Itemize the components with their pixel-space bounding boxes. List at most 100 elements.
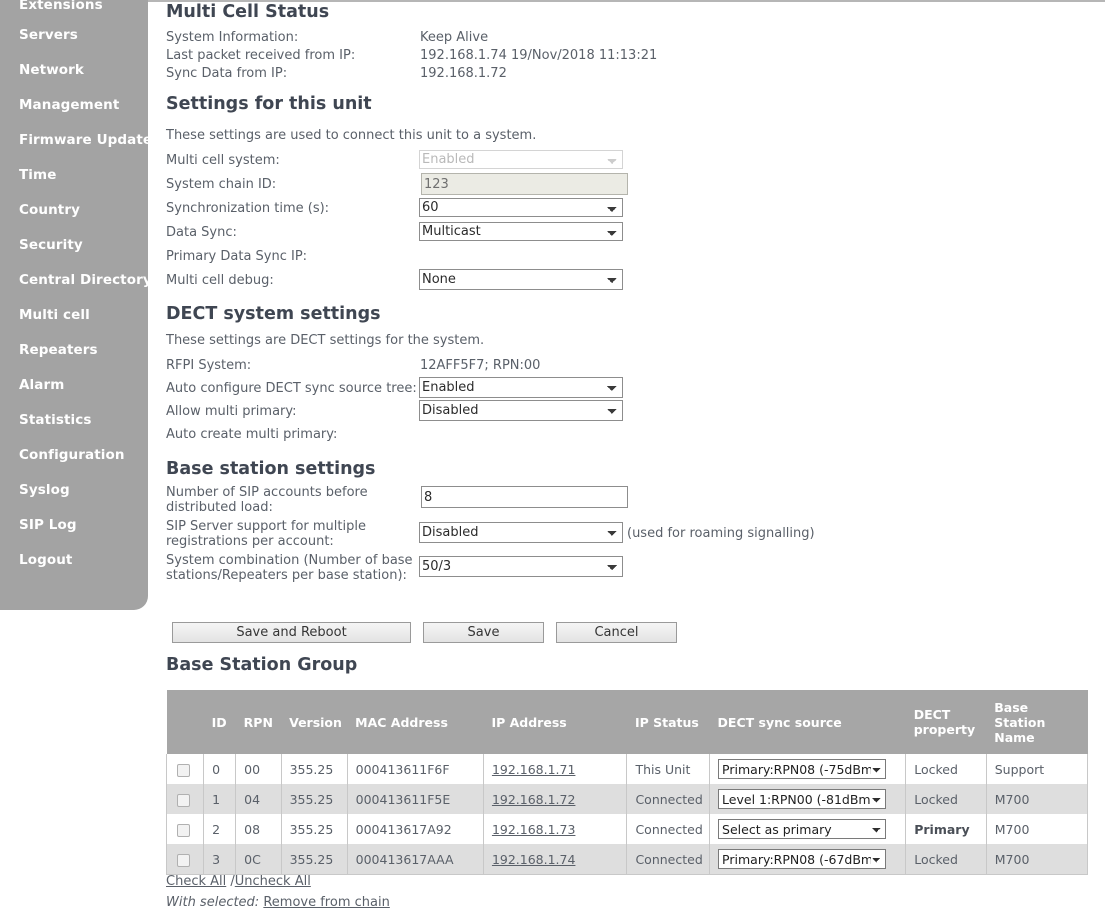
row-version: 355.25: [280, 814, 348, 844]
sip-accounts-label: Number of SIP accounts before distribute…: [166, 485, 368, 515]
check-all-link[interactable]: Check All: [166, 874, 226, 889]
dect-sync-source-select[interactable]: Level 1:RPN00 (-81dBm): [718, 789, 887, 809]
table-row: 1 04 355.25 000413611F5E 192.168.1.72 Co…: [165, 784, 1089, 814]
roaming-signalling-note: (used for roaming signalling): [627, 526, 815, 541]
sidebar-item-time[interactable]: Time: [0, 158, 148, 193]
synchronization-time-select[interactable]: 60: [419, 198, 623, 217]
system-information-value: Keep Alive: [420, 30, 489, 45]
dect-sync-source-select[interactable]: Primary:RPN08 (-75dBm): [718, 759, 887, 779]
row-ip-status: Connected: [626, 814, 711, 844]
row-mac-address: 000413617A92: [346, 814, 484, 844]
sidebar-item-repeaters[interactable]: Repeaters: [0, 333, 148, 368]
table-row: 0 00 355.25 000413611F6F 192.168.1.71 Th…: [165, 754, 1089, 784]
row-dect-sync-source-cell: Primary:RPN08 (-75dBm): [709, 754, 907, 784]
data-sync-select[interactable]: Multicast: [419, 222, 623, 241]
row-version: 355.25: [280, 784, 348, 814]
save-and-reboot-button[interactable]: Save and Reboot: [172, 622, 411, 643]
sidebar-item-extensions[interactable]: Extensions: [0, 0, 148, 18]
dect-sync-source-select[interactable]: Select as primary: [718, 819, 887, 839]
multi-cell-system-select[interactable]: Enabled: [419, 150, 623, 169]
ip-address-link[interactable]: 192.168.1.74: [492, 852, 576, 867]
row-checkbox[interactable]: [177, 823, 190, 837]
sidebar-item-country[interactable]: Country: [0, 193, 148, 228]
table-row: 3 0C 355.25 000413617AAA 192.168.1.74 Co…: [165, 844, 1089, 875]
row-checkbox[interactable]: [177, 763, 190, 777]
row-dect-property: Locked: [905, 784, 987, 814]
row-dect-sync-source-cell: Primary:RPN08 (-67dBm): [709, 844, 907, 875]
sidebar-item-central-directory[interactable]: Central Directory: [0, 263, 152, 298]
row-checkbox[interactable]: [177, 853, 190, 867]
remove-from-chain-link[interactable]: Remove from chain: [263, 895, 389, 910]
column-header-rpn: RPN: [235, 690, 282, 754]
column-header-dect-property: DECT property: [905, 690, 987, 754]
row-dect-property: Locked: [905, 754, 987, 784]
sidebar-item-alarm[interactable]: Alarm: [0, 368, 148, 403]
select-all-links: Check All /Uncheck All: [166, 874, 311, 889]
system-chain-id-input[interactable]: [421, 173, 628, 195]
uncheck-all-link[interactable]: Uncheck All: [235, 874, 311, 889]
row-dect-property: Primary: [905, 814, 987, 844]
row-checkbox[interactable]: [177, 793, 190, 807]
ip-address-link[interactable]: 192.168.1.73: [492, 822, 576, 837]
sidebar-item-logout[interactable]: Logout: [0, 543, 148, 578]
auto-configure-sync-tree-select[interactable]: Enabled: [419, 377, 623, 398]
with-selected-label: With selected:: [166, 895, 260, 910]
system-combination-select[interactable]: 50/3: [419, 556, 623, 577]
row-base-station-name: M700: [985, 814, 1089, 844]
cancel-button[interactable]: Cancel: [556, 622, 677, 643]
system-chain-id-label: System chain ID:: [166, 177, 277, 192]
sidebar-item-security[interactable]: Security: [0, 228, 148, 263]
sip-server-support-select[interactable]: Disabled: [419, 522, 623, 543]
row-base-station-name: M700: [985, 784, 1089, 814]
ip-address-link[interactable]: 192.168.1.72: [492, 792, 576, 807]
row-id: 1: [203, 784, 237, 814]
multi-cell-debug-select[interactable]: None: [419, 269, 623, 290]
sidebar-item-network[interactable]: Network: [0, 53, 148, 88]
row-rpn: 0C: [235, 844, 282, 875]
row-base-station-name: Support: [985, 754, 1089, 784]
row-rpn: 08: [235, 814, 282, 844]
auto-configure-sync-tree-label: Auto configure DECT sync source tree:: [166, 381, 417, 396]
row-version: 355.25: [280, 844, 348, 875]
sidebar-item-statistics[interactable]: Statistics: [0, 403, 148, 438]
sidebar-item-syslog[interactable]: Syslog: [0, 473, 148, 508]
table-header-row: ID RPN Version MAC Address IP Address IP…: [166, 690, 1088, 754]
rfpi-system-value: 12AFF5F7; RPN:00: [420, 358, 541, 373]
row-id: 3: [203, 844, 237, 875]
sip-server-support-label: SIP Server support for multiple registra…: [166, 519, 366, 549]
allow-multi-primary-select[interactable]: Disabled: [419, 400, 623, 421]
column-header-ip-address: IP Address: [483, 690, 627, 754]
dect-sync-source-select[interactable]: Primary:RPN08 (-67dBm): [718, 849, 887, 869]
row-version: 355.25: [280, 754, 348, 784]
sidebar-item-firmware-update[interactable]: Firmware Update: [0, 123, 152, 158]
column-header-select: [166, 690, 204, 754]
auto-create-multi-primary-label: Auto create multi primary:: [166, 427, 338, 442]
save-button[interactable]: Save: [423, 622, 544, 643]
dect-settings-description: These settings are DECT settings for the…: [166, 333, 485, 348]
base-station-settings-heading: Base station settings: [166, 459, 376, 479]
sidebar-nav: Extensions Servers Network Management Fi…: [0, 0, 152, 610]
column-header-dect-sync-source: DECT sync source: [709, 690, 906, 754]
row-ip-address-cell: 192.168.1.71: [482, 754, 628, 784]
sip-accounts-input[interactable]: [421, 486, 628, 508]
row-ip-address-cell: 192.168.1.73: [482, 814, 628, 844]
sidebar-item-multi-cell[interactable]: Multi cell: [0, 298, 148, 333]
ip-address-link[interactable]: 192.168.1.71: [492, 762, 576, 777]
sidebar-item-configuration[interactable]: Configuration: [0, 438, 148, 473]
row-mac-address: 000413617AAA: [346, 844, 484, 875]
sidebar-item-sip-log[interactable]: SIP Log: [0, 508, 148, 543]
links-separator: /: [226, 874, 235, 889]
dect-settings-heading: DECT system settings: [166, 304, 381, 324]
row-select-cell: [165, 844, 205, 875]
column-header-mac-address: MAC Address: [347, 690, 484, 754]
synchronization-time-label: Synchronization time (s):: [166, 201, 330, 216]
sidebar-item-management[interactable]: Management: [0, 88, 148, 123]
column-header-base-station-name: Base Station Name: [986, 690, 1088, 754]
rfpi-system-label: RFPI System:: [166, 358, 252, 373]
row-rpn: 04: [235, 784, 282, 814]
multi-cell-system-label: Multi cell system:: [166, 153, 280, 168]
sidebar-item-servers[interactable]: Servers: [0, 18, 148, 53]
sync-data-from-ip-value: 192.168.1.72: [420, 66, 507, 81]
row-select-cell: [165, 754, 205, 784]
row-select-cell: [165, 814, 205, 844]
